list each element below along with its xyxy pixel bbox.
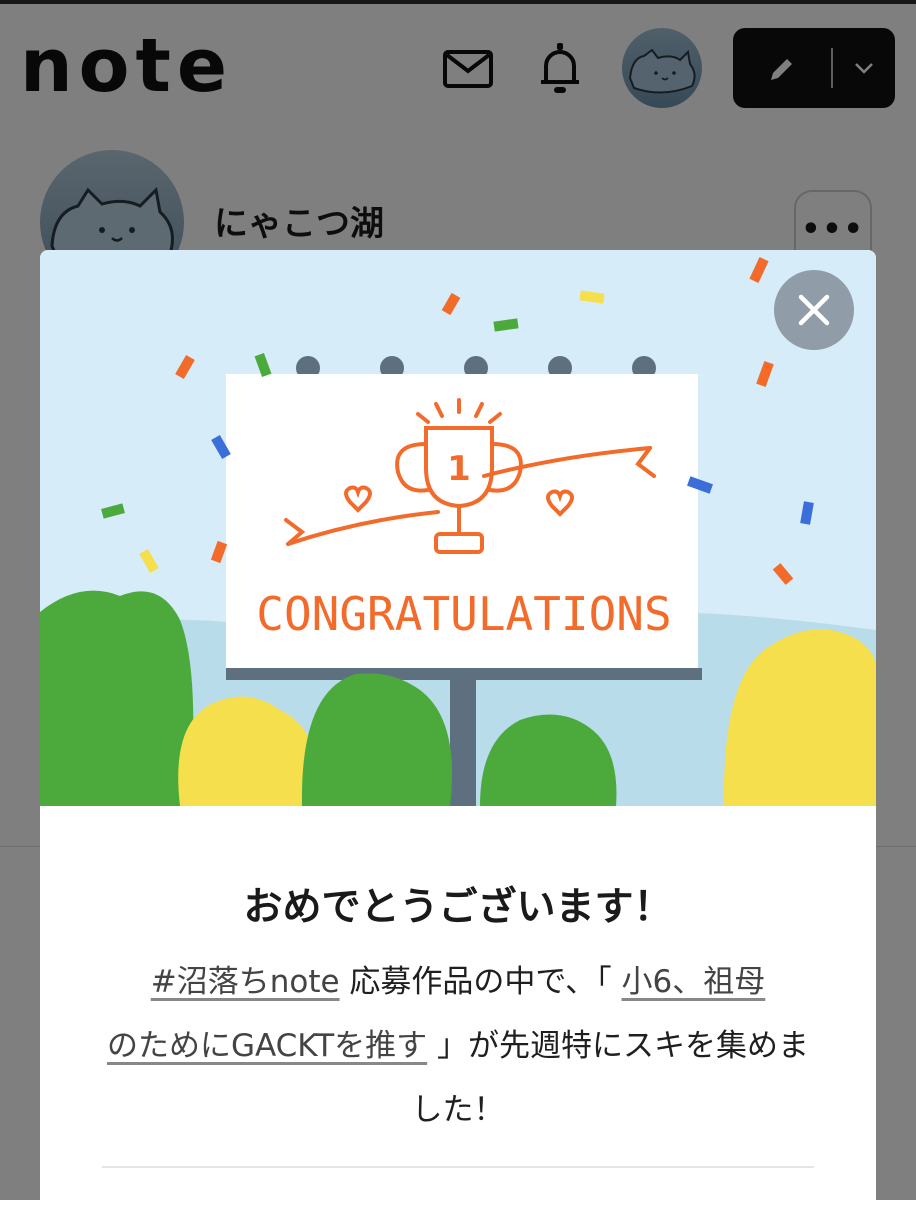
close-icon [798,294,830,326]
modal-title: おめでとうございます！ [243,885,673,930]
modal-divider [102,1166,814,1168]
modal-message: #沼落ちnote 応募作品の中で、「 小6、祖母のためにGACKTを推す 」が先… [98,950,818,1142]
message-text-1: 応募作品の中で、「 [339,964,622,1000]
hashtag-link[interactable]: #沼落ちnote [151,964,340,1000]
article-link-line2[interactable]: のためにGACKTを推す [107,1028,427,1064]
billboard-text: CONGRATULATIONS [256,587,671,641]
message-text-2: 」が先週特にスキを集めました！ [411,1028,810,1128]
congratulations-modal: 1 CONGRATULATIONS おめでとうございます！ #沼落ちnote 応… [40,250,876,1210]
close-button[interactable] [774,270,854,350]
congratulations-illustration: 1 CONGRATULATIONS [40,250,876,806]
trophy-number: 1 [447,449,471,489]
article-link-line1[interactable]: 小6、祖母 [622,964,766,1000]
